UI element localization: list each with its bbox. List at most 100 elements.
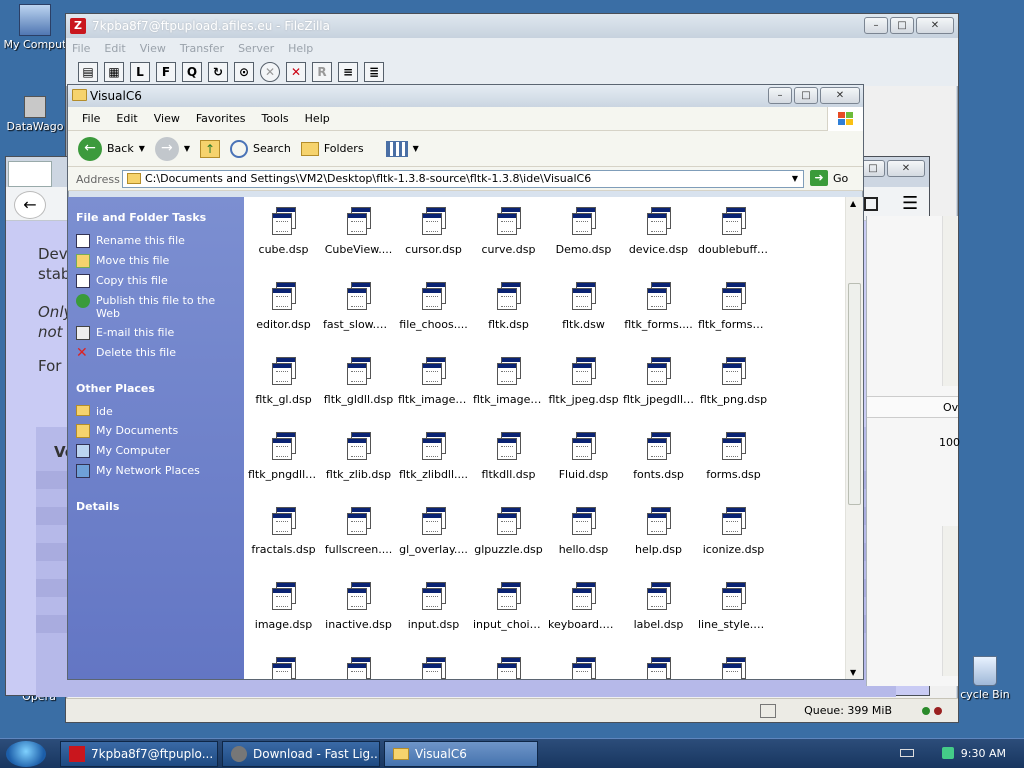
file-item[interactable]: glpuzzle.dsp — [471, 507, 546, 556]
menu-edit[interactable]: Edit — [104, 42, 125, 55]
file-item[interactable]: inactive.dsp — [321, 582, 396, 631]
chevron-down-icon[interactable]: ▼ — [787, 171, 803, 187]
file-item[interactable]: fltk_zlibdll.... — [396, 432, 471, 481]
explorer-window[interactable]: VisualC6 – □ ✕ File Edit View Favorites … — [67, 84, 864, 680]
menu-file[interactable]: File — [74, 112, 108, 125]
file-item[interactable]: Fluid.dsp — [546, 432, 621, 481]
file-item[interactable]: fltk_pngdll.... — [246, 432, 321, 481]
file-item[interactable]: fltk.dsp — [471, 282, 546, 331]
file-item[interactable]: iconize.dsp — [696, 507, 771, 556]
toggle-log-icon[interactable]: ▦ — [104, 62, 124, 82]
refresh-icon[interactable]: ↻ — [208, 62, 228, 82]
minimize-button[interactable]: – — [768, 87, 792, 104]
file-item[interactable]: label.dsp — [621, 582, 696, 631]
menu-server[interactable]: Server — [238, 42, 274, 55]
file-item[interactable]: file_choos.... — [396, 282, 471, 331]
task-rename[interactable]: Rename this file — [76, 234, 244, 248]
up-button[interactable]: ↑ — [200, 139, 221, 158]
menu-view[interactable]: View — [146, 112, 188, 125]
file-list-scrollbar[interactable]: ▲ ▼ — [845, 197, 863, 679]
place-my-computer[interactable]: My Computer — [76, 444, 244, 458]
views-button[interactable]: ▼ — [385, 140, 419, 157]
file-item[interactable]: fonts.dsp — [621, 432, 696, 481]
task-copy[interactable]: Copy this file — [76, 274, 244, 288]
taskbar-browser[interactable]: Download - Fast Lig... — [222, 741, 380, 767]
minimize-button[interactable]: – — [864, 17, 888, 34]
taskbar-filezilla[interactable]: 7kpba8f7@ftpuplo... — [60, 741, 218, 767]
browser-sidebar-icon[interactable] — [864, 197, 878, 211]
file-item[interactable]: fltk_images.... — [396, 357, 471, 406]
file-item[interactable]: fltk.dsw — [546, 282, 621, 331]
keyboard-icon[interactable] — [900, 749, 914, 757]
directory-comparison-icon[interactable]: ≡ — [338, 62, 358, 82]
browser-restore-button[interactable]: □ — [861, 160, 885, 177]
browser-tab[interactable] — [8, 161, 52, 187]
file-item[interactable] — [621, 657, 696, 679]
task-move[interactable]: Move this file — [76, 254, 244, 268]
toggle-local-tree-icon[interactable]: L — [130, 62, 150, 82]
menu-edit[interactable]: Edit — [108, 112, 145, 125]
file-item[interactable]: fltk_jpeg.dsp — [546, 357, 621, 406]
reconnect-icon[interactable]: R — [312, 62, 332, 82]
close-button[interactable]: ✕ — [916, 17, 954, 34]
file-item[interactable] — [396, 657, 471, 679]
file-item[interactable]: fullscreen.... — [321, 507, 396, 556]
file-item[interactable] — [321, 657, 396, 679]
menu-help[interactable]: Help — [288, 42, 313, 55]
search-button[interactable]: Search — [230, 139, 291, 158]
other-places-heading[interactable]: Other Places — [76, 382, 244, 395]
clock[interactable]: 9:30 AM — [961, 747, 1006, 760]
desktop-icon-datawago[interactable]: DataWago — [0, 96, 70, 133]
menu-transfer[interactable]: Transfer — [180, 42, 224, 55]
network-tray-icon[interactable] — [942, 747, 954, 759]
folders-button[interactable]: Folders — [300, 141, 364, 156]
explorer-titlebar[interactable]: VisualC6 – □ ✕ — [68, 85, 863, 107]
scroll-up-arrow-icon[interactable]: ▲ — [850, 199, 856, 208]
close-button[interactable]: ✕ — [820, 87, 860, 104]
desktop-icon-my-computer[interactable]: My Comput — [0, 4, 70, 51]
menu-view[interactable]: View — [140, 42, 166, 55]
file-item[interactable]: keyboard.dsp — [546, 582, 621, 631]
forward-button[interactable]: → ▼ — [154, 136, 190, 161]
file-item[interactable]: editor.dsp — [246, 282, 321, 331]
taskbar-visualc6[interactable]: VisualC6 — [384, 741, 538, 767]
file-item[interactable]: fltk_png.dsp — [696, 357, 771, 406]
chevron-down-icon[interactable]: ▼ — [413, 144, 419, 153]
file-item[interactable]: help.dsp — [621, 507, 696, 556]
toggle-remote-tree-icon[interactable]: F — [156, 62, 176, 82]
remote-column-header[interactable]: Ov — [943, 401, 958, 414]
chevron-down-icon[interactable]: ▼ — [184, 144, 190, 153]
file-item[interactable]: cursor.dsp — [396, 207, 471, 256]
file-item[interactable]: Demo.dsp — [546, 207, 621, 256]
file-item[interactable]: forms.dsp — [696, 432, 771, 481]
browser-close-button[interactable]: ✕ — [887, 160, 925, 177]
remote-list-scrollbar[interactable] — [942, 526, 958, 676]
file-item[interactable] — [246, 657, 321, 679]
process-queue-icon[interactable]: ⊙ — [234, 62, 254, 82]
task-email[interactable]: E-mail this file — [76, 326, 244, 340]
file-item[interactable]: doublebuff.... — [696, 207, 771, 256]
maximize-button[interactable]: □ — [890, 17, 914, 34]
place-my-network[interactable]: My Network Places — [76, 464, 244, 478]
file-item[interactable] — [471, 657, 546, 679]
file-item[interactable]: fltk_gldll.dsp — [321, 357, 396, 406]
transfer-settings-icon[interactable] — [760, 704, 776, 718]
task-delete[interactable]: ✕ Delete this file — [76, 346, 244, 360]
file-item[interactable]: device.dsp — [621, 207, 696, 256]
start-button[interactable] — [6, 741, 46, 767]
browser-menu-icon[interactable]: ☰ — [902, 193, 918, 214]
file-item[interactable]: fast_slow.dsp — [321, 282, 396, 331]
file-item[interactable]: fltk_forms.... — [621, 282, 696, 331]
file-item[interactable] — [696, 657, 771, 679]
go-button[interactable]: ➜ Go — [810, 170, 848, 186]
file-item[interactable]: CubeView.... — [321, 207, 396, 256]
menu-favorites[interactable]: Favorites — [188, 112, 254, 125]
back-button[interactable]: ← Back ▼ — [78, 136, 145, 161]
menu-tools[interactable]: Tools — [254, 112, 297, 125]
scroll-down-arrow-icon[interactable]: ▼ — [850, 668, 856, 677]
file-item[interactable]: image.dsp — [246, 582, 321, 631]
filezilla-titlebar[interactable]: Z 7kpba8f7@ftpupload.afiles.eu - FileZil… — [66, 14, 958, 38]
details-heading[interactable]: Details — [76, 500, 244, 513]
file-item[interactable]: input.dsp — [396, 582, 471, 631]
file-item[interactable]: hello.dsp — [546, 507, 621, 556]
